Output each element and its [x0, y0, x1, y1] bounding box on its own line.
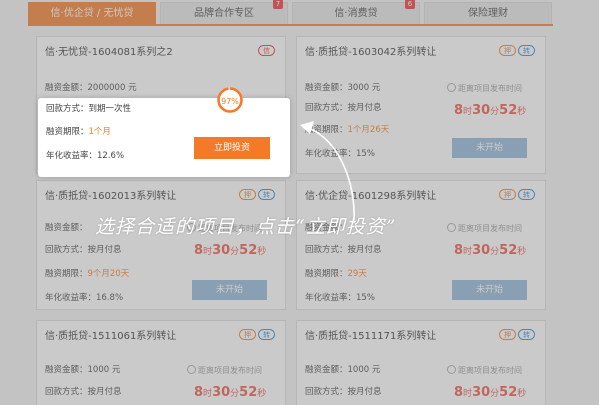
progress-percentage: 97% — [221, 97, 239, 106]
tutorial-hint-text: 选择合适的项目，点击“立即投资” — [95, 216, 397, 238]
repay-label: 回款方式： — [46, 104, 89, 114]
repay-value: 到期一次性 — [88, 104, 132, 114]
term-row: 融资期限：1个月 — [46, 125, 111, 137]
term-label: 融资期限： — [46, 127, 89, 137]
rate-row: 年化收益率：12.6% — [46, 149, 124, 161]
highlighted-project-details: 回款方式：到期一次性 融资期限：1个月 年化收益率：12.6% 立即投资 — [38, 98, 290, 177]
rate-label: 年化收益率： — [46, 151, 98, 161]
rate-value: 12.6% — [97, 151, 125, 161]
term-value: 1个月 — [88, 127, 111, 137]
repay-row: 回款方式：到期一次性 — [46, 102, 131, 114]
invest-now-button[interactable]: 立即投资 — [194, 137, 270, 159]
